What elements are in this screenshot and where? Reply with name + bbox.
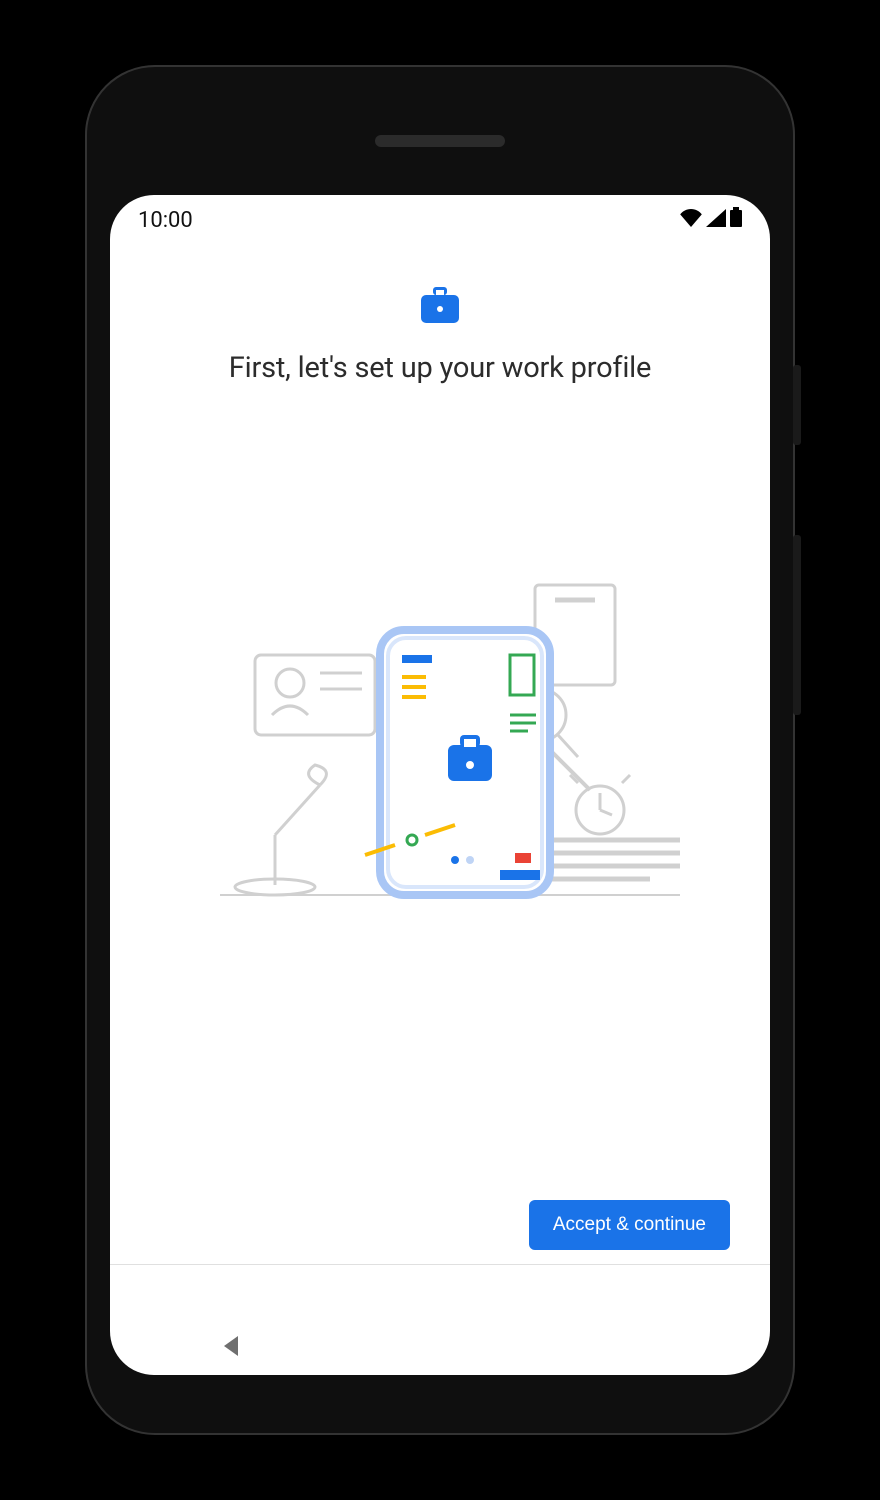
footer-divider xyxy=(110,1264,770,1265)
battery-icon xyxy=(730,207,742,233)
wifi-icon xyxy=(680,208,702,233)
signal-icon xyxy=(706,208,726,233)
briefcase-icon xyxy=(419,285,461,329)
phone-side-button xyxy=(793,535,801,715)
page-title: First, let's set up your work profile xyxy=(229,351,651,385)
status-bar: 10:00 xyxy=(110,195,770,245)
phone-side-button xyxy=(793,365,801,445)
back-icon[interactable] xyxy=(220,1334,242,1362)
main-content: First, let's set up your work profile xyxy=(110,245,770,1320)
phone-speaker xyxy=(375,135,505,147)
status-time: 10:00 xyxy=(138,208,193,233)
work-profile-illustration xyxy=(180,575,700,935)
status-icons xyxy=(680,207,742,233)
accept-continue-button[interactable]: Accept & continue xyxy=(529,1200,730,1250)
phone-frame: 10:00 xyxy=(85,65,795,1435)
android-nav-bar xyxy=(110,1320,770,1375)
screen: 10:00 xyxy=(110,195,770,1375)
